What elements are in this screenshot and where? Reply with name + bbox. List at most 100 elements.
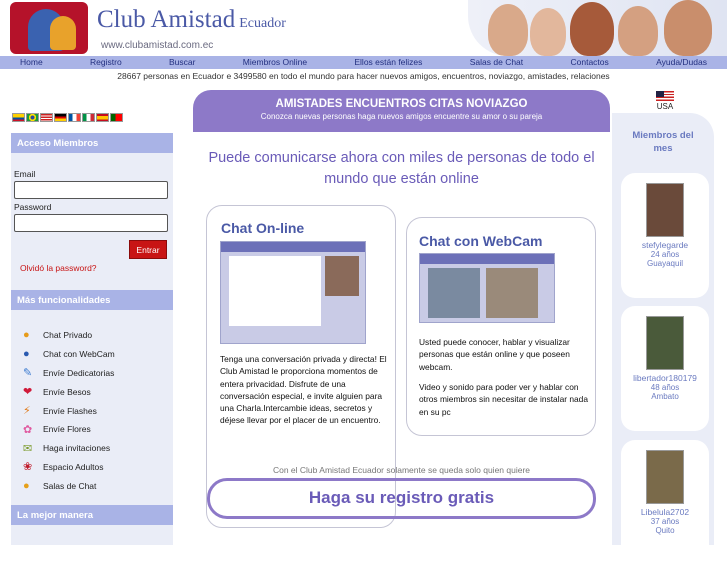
email-label: Email (14, 169, 36, 179)
photo-person (664, 0, 712, 56)
chat-online-title[interactable]: Chat On-line (221, 220, 304, 236)
list-item[interactable]: ❤ Envíe Besos (23, 382, 115, 401)
member-card[interactable]: stefylegarde 24 años Guayaquil (621, 173, 709, 298)
list-item-label: Salas de Chat (43, 480, 97, 491)
dedication-icon: ✎ (23, 367, 33, 380)
chat-screenshot[interactable] (220, 241, 366, 344)
nav-ayuda[interactable]: Ayuda/Dudas (656, 56, 707, 69)
more-functions-heading: Más funcionalidades (11, 290, 173, 310)
member-counter: 28667 personas en Ecuador e 3499580 en t… (117, 71, 610, 81)
member-city: Ambato (651, 392, 679, 401)
club-amistad-logo[interactable] (10, 2, 88, 54)
list-item-label: Espacio Adultos (43, 461, 104, 472)
site-subtitle: Ecuador (239, 16, 286, 31)
webcam-description-2: Video y sonido para poder ver y hablar c… (419, 382, 588, 417)
login-heading: Acceso Miembros (11, 133, 173, 153)
site-header: Club Amistad Ecuador www.clubamistad.com.… (0, 0, 727, 56)
cat-silhouette (50, 16, 76, 50)
member-name[interactable]: libertador180179 (621, 373, 709, 383)
flower-icon: ✿ (23, 423, 33, 436)
list-item-label: Envíe Dedicatorias (43, 367, 115, 378)
tagline: Con el Club Amistad Ecuador solamente se… (272, 465, 531, 475)
flag-italy-icon[interactable] (82, 113, 95, 122)
flag-portugal-icon[interactable] (110, 113, 123, 122)
main-banner: AMISTADES ENCUENTROS CITAS NOVIAZGO Cono… (193, 90, 610, 132)
header-photos (468, 0, 727, 56)
members-heading: Miembros del mes (632, 130, 694, 154)
photo-person (488, 4, 528, 56)
password-field[interactable] (14, 214, 168, 232)
usa-link[interactable]: USA (656, 91, 674, 111)
list-item[interactable]: ● Salas de Chat (23, 476, 115, 495)
nav-buscar[interactable]: Buscar (169, 56, 195, 69)
nav-miembros-online[interactable]: Miembros Online (243, 56, 307, 69)
members-sidebar: Miembros del mes stefylegarde 24 años Gu… (612, 113, 714, 565)
member-city: Quito (655, 526, 675, 535)
kiss-icon: ❤ (23, 386, 33, 399)
main-content: AMISTADES ENCUENTROS CITAS NOVIAZGO Cono… (193, 90, 610, 545)
list-item[interactable]: ⚡ Envíe Flashes (23, 401, 115, 420)
member-city: Guayaquil (646, 259, 684, 268)
list-item-label: Chat con WebCam (43, 349, 115, 360)
webcam-chat-title[interactable]: Chat con WebCam (419, 233, 542, 249)
webcam-screenshot[interactable] (419, 253, 555, 323)
nav-contactos[interactable]: Contactos (570, 56, 608, 69)
list-item[interactable]: ● Chat con WebCam (23, 345, 115, 364)
photo-person (618, 6, 658, 56)
webcam-chat-box[interactable]: Chat con WebCam Usted puede conocer, hab… (406, 217, 596, 436)
member-name[interactable]: Libelula2702 (621, 507, 709, 517)
login-button[interactable]: Entrar (129, 240, 167, 259)
site-title: Club Amistad Ecuador (97, 6, 286, 34)
nav-ellos-felizes[interactable]: Ellos están felizes (354, 56, 422, 69)
best-way-heading: La mejor manera (11, 505, 173, 525)
nav-registro[interactable]: Registro (90, 56, 122, 69)
list-item[interactable]: ✿ Envíe Flores (23, 420, 115, 439)
register-button[interactable]: Haga su registro gratis (207, 478, 596, 519)
flag-germany-icon[interactable] (54, 113, 67, 122)
usa-label: USA (656, 102, 674, 111)
member-card[interactable]: Libelula2702 37 años Quito (621, 440, 709, 565)
chat-icon: ● (23, 329, 30, 342)
banner-title: AMISTADES ENCUENTROS CITAS NOVIAZGO (275, 98, 528, 110)
site-title-text: Club Amistad (97, 6, 236, 33)
language-flags (12, 113, 123, 122)
lead-text: Puede comunicarse ahora con miles de per… (208, 150, 595, 187)
invitation-icon: ✉ (23, 442, 33, 455)
flag-spain-icon[interactable] (96, 113, 109, 122)
list-item-label: Envíe Besos (43, 386, 91, 397)
flag-france-icon[interactable] (68, 113, 81, 122)
list-item-label: Haga invitaciones (43, 443, 111, 454)
flag-usa-icon (656, 91, 674, 101)
screenshot-chat-pane (229, 256, 321, 326)
photo-person (570, 2, 614, 56)
list-item-label: Chat Privado (43, 330, 93, 341)
member-name[interactable]: stefylegarde (621, 240, 709, 250)
list-item[interactable]: ❀ Espacio Adultos (23, 458, 115, 477)
chat-online-description: Tenga una conversación privada y directa… (220, 354, 387, 426)
adult-icon: ❀ (23, 461, 33, 474)
webcam-description-1: Usted puede conocer, hablar y visualizar… (419, 337, 570, 372)
member-card[interactable]: libertador180179 48 años Ambato (621, 306, 709, 431)
member-age: 24 años (650, 250, 680, 259)
list-item-label: Envíe Flores (43, 424, 91, 435)
flag-ecuador-icon[interactable] (12, 113, 25, 122)
nav-salas-chat[interactable]: Salas de Chat (470, 56, 523, 69)
list-item[interactable]: ✉ Haga invitaciones (23, 439, 115, 458)
member-age: 48 años (650, 383, 680, 392)
member-photo[interactable] (646, 450, 684, 504)
screenshot-webcam-left (428, 268, 480, 318)
email-field[interactable] (14, 181, 168, 199)
flag-brazil-icon[interactable] (26, 113, 39, 122)
screenshot-titlebar (420, 254, 554, 264)
list-item[interactable]: ● Chat Privado (23, 326, 115, 345)
member-age: 37 años (650, 517, 680, 526)
site-url: www.clubamistad.com.ec (101, 40, 214, 51)
list-item[interactable]: ✎ Envíe Dedicatorias (23, 364, 115, 383)
member-photo[interactable] (646, 183, 684, 237)
forgot-password-link[interactable]: Olvidó la password? (20, 263, 97, 273)
password-label: Password (14, 202, 52, 212)
flag-usa-icon[interactable] (40, 113, 53, 122)
member-photo[interactable] (646, 316, 684, 370)
nav-home[interactable]: Home (20, 56, 43, 69)
left-sidebar: Acceso Miembros Email Password Entrar Ol… (11, 133, 173, 545)
